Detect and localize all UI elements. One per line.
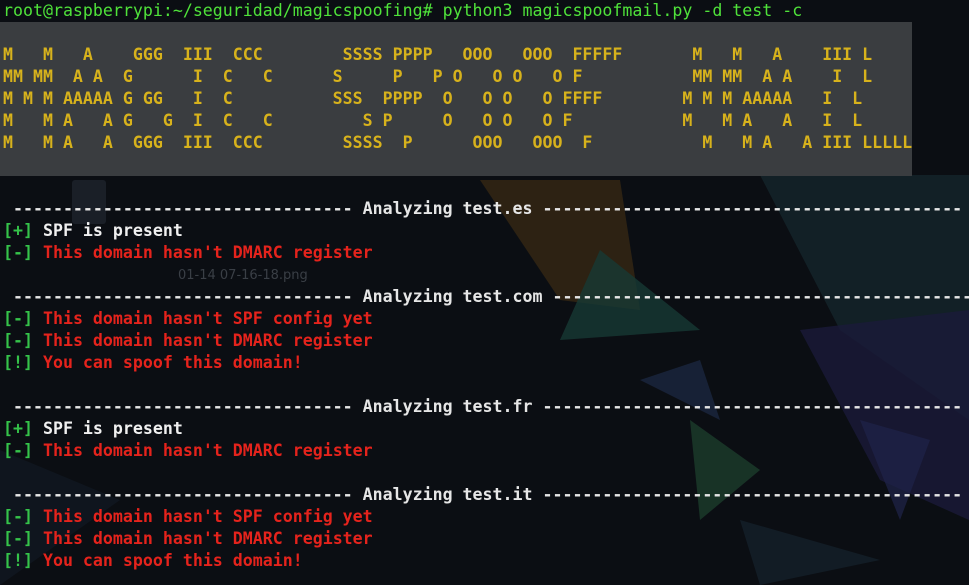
result-text: This domain hasn't DMARC register — [32, 331, 373, 350]
command-prompt: root@raspberrypi:~/seguridad/magicspoofi… — [3, 0, 802, 22]
result-text: This domain hasn't DMARC register — [32, 529, 373, 548]
result-line: [+] SPF is present — [3, 220, 183, 242]
result-text: SPF is present — [32, 221, 183, 240]
banner-row: MM MM A A G I C C S P P O O O O F MM MM … — [3, 67, 873, 86]
result-line: [-] This domain hasn't DMARC register — [3, 528, 373, 550]
status-tag: [!] — [3, 353, 33, 372]
result-text: This domain hasn't DMARC register — [32, 243, 373, 262]
status-tag: [-] — [3, 441, 33, 460]
command-text: python3 magicspoofmail.py -d test -c — [432, 1, 803, 20]
result-text: You can spoof this domain! — [32, 551, 303, 570]
result-text: This domain hasn't SPF config yet — [32, 507, 373, 526]
result-line: [!] You can spoof this domain! — [3, 352, 303, 374]
status-tag: [+] — [3, 221, 33, 240]
status-tag: [-] — [3, 331, 33, 350]
status-tag: [-] — [3, 309, 33, 328]
result-line: [-] This domain hasn't DMARC register — [3, 330, 373, 352]
result-line: [-] This domain hasn't SPF config yet — [3, 308, 373, 330]
result-line: [!] You can spoof this domain! — [3, 550, 303, 572]
banner-row: M M A A GGG III CCC SSSS P OOO OOO F M M… — [3, 133, 913, 152]
section-header-test-com: ---------------------------------- Analy… — [3, 287, 969, 306]
result-text: This domain hasn't DMARC register — [32, 441, 373, 460]
section-header-test-it: ---------------------------------- Analy… — [3, 485, 963, 504]
status-tag: [-] — [3, 507, 33, 526]
result-text: You can spoof this domain! — [32, 353, 303, 372]
status-tag: [+] — [3, 419, 33, 438]
banner-row: M M M AAAAA G GG I C SSS PPPP O O O O FF… — [3, 89, 863, 108]
status-tag: [-] — [3, 243, 33, 262]
ascii-banner: M M A GGG III CCC SSSS PPPP OOO OOO FFFF… — [0, 22, 912, 176]
status-tag: [!] — [3, 551, 33, 570]
result-line: [-] This domain hasn't SPF config yet — [3, 506, 373, 528]
banner-row: M M A GGG III CCC SSSS PPPP OOO OOO FFFF… — [3, 45, 873, 64]
prompt-text: root@raspberrypi:~/seguridad/magicspoofi… — [3, 1, 433, 20]
result-line: [-] This domain hasn't DMARC register — [3, 242, 373, 264]
section-header-test-es: ---------------------------------- Analy… — [3, 199, 963, 218]
desktop-file-label: 01-14 07-16-18.png — [178, 268, 308, 283]
banner-row: M M A A G G I C C S P O O O O F M M A A … — [3, 111, 863, 130]
result-line: [+] SPF is present — [3, 418, 183, 440]
result-line: [-] This domain hasn't DMARC register — [3, 440, 373, 462]
status-tag: [-] — [3, 529, 33, 548]
result-text: SPF is present — [32, 419, 183, 438]
section-header-test-fr: ---------------------------------- Analy… — [3, 397, 963, 416]
result-text: This domain hasn't SPF config yet — [32, 309, 373, 328]
terminal-window[interactable]: root@raspberrypi:~/seguridad/magicspoofi… — [0, 0, 969, 585]
